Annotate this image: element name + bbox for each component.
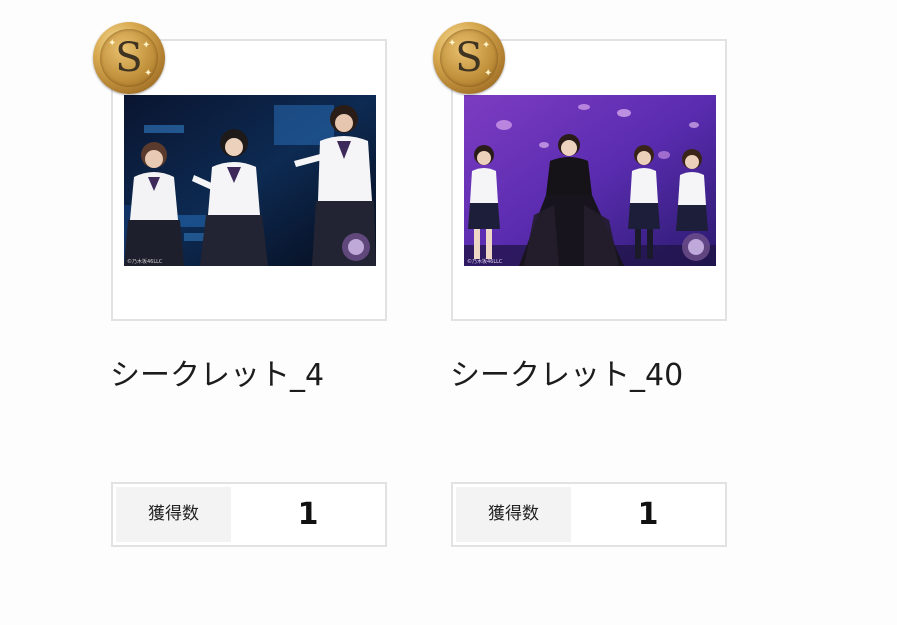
acquired-count-value: 1 (297, 497, 319, 532)
card-secret-4[interactable]: ©乃木坂46LLC ✦ ✦ ✦ S シークレット_4 獲得数 1 (93, 0, 388, 625)
card-secret-40[interactable]: ©乃木坂46LLC ✦ ✦ ✦ S シークレット_40 獲得数 1 (433, 0, 728, 625)
acquired-count-value: 1 (637, 497, 659, 532)
photo-copyright: ©乃木坂46LLC (467, 258, 503, 265)
rank-s-medal-icon: ✦ ✦ ✦ S (433, 22, 505, 94)
rank-s-medal-icon: ✦ ✦ ✦ S (93, 22, 165, 94)
card-title: シークレット_40 (450, 358, 684, 393)
card-photo: ©乃木坂46LLC (464, 95, 716, 266)
photo-copyright: ©乃木坂46LLC (127, 258, 163, 265)
card-photo: ©乃木坂46LLC (124, 95, 376, 266)
card-title: シークレット_4 (110, 358, 325, 393)
acquired-count-label: 獲得数 (116, 487, 231, 542)
rank-letter: S (455, 35, 483, 81)
acquired-count-box: 獲得数 1 (111, 482, 387, 547)
acquired-count-box: 獲得数 1 (451, 482, 727, 547)
acquired-count-label: 獲得数 (456, 487, 571, 542)
rank-letter: S (115, 35, 143, 81)
